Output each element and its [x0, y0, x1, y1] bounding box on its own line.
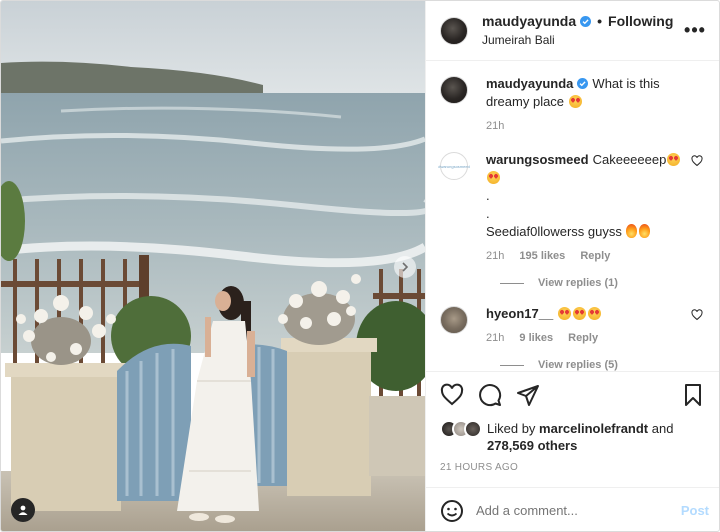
comment-text: Cakeeeeeep: [592, 152, 667, 167]
comment-item: #warungsosmeed warungsosmeed Cakeeeeeep .…: [438, 151, 703, 265]
liked-by-label: Liked by: [487, 421, 536, 436]
author-username[interactable]: maudyayunda: [482, 13, 576, 30]
bookmark-icon[interactable]: [681, 383, 705, 407]
comments-list[interactable]: maudyayunda What is this dreamy place 21h…: [426, 61, 719, 371]
likes-summary: Liked by marcelinolefrandt and 278,569 o…: [440, 420, 705, 454]
caption: maudyayunda What is this dreamy place 21h: [440, 75, 703, 135]
liker-avatars: [440, 420, 484, 440]
commenter-avatar[interactable]: [440, 306, 468, 334]
view-replies-button[interactable]: View replies (5): [500, 359, 703, 371]
comment-time[interactable]: 21h: [486, 250, 504, 262]
comment-like-icon[interactable]: [691, 155, 703, 167]
reply-button[interactable]: Reply: [568, 332, 598, 344]
fire-emoji-icon: [639, 224, 651, 238]
comment-username[interactable]: warungsosmeed: [486, 152, 589, 167]
comment-username[interactable]: hyeon17__: [486, 306, 553, 321]
comment-icon[interactable]: [478, 383, 502, 407]
paper-plane-icon[interactable]: [516, 383, 540, 407]
heart-eyes-emoji-icon: [558, 307, 572, 320]
author-avatar[interactable]: [440, 16, 468, 45]
comment-item: hyeon17__ 21h 9 likes Reply: [440, 305, 703, 347]
comment-text-line: .: [486, 188, 490, 203]
comment-text-line: .: [486, 206, 490, 221]
post-actions: Liked by marcelinolefrandt and 278,569 o…: [426, 371, 719, 473]
comment-likes[interactable]: 195 likes: [519, 250, 565, 262]
separator-dot: •: [597, 13, 603, 30]
likes-count[interactable]: 278,569 others: [487, 438, 577, 453]
add-comment-bar: Post: [426, 487, 719, 531]
comment-like-icon[interactable]: [691, 309, 703, 321]
heart-eyes-emoji-icon: [588, 307, 602, 320]
post-timestamp[interactable]: 21 HOURS AGO: [440, 462, 705, 473]
commenter-avatar[interactable]: #warungsosmeed: [438, 152, 470, 180]
fire-emoji-icon: [626, 224, 638, 238]
verified-badge-icon: [580, 16, 592, 28]
photo-image: [1, 1, 425, 531]
caption-username[interactable]: maudyayunda: [486, 76, 573, 91]
following-button[interactable]: Following: [608, 13, 673, 30]
post-modal: maudyayunda • Following Jumeirah Bali ••…: [0, 0, 720, 532]
reply-button[interactable]: Reply: [580, 250, 610, 262]
heart-icon[interactable]: [440, 383, 464, 407]
view-replies-label: View replies (1): [538, 277, 618, 289]
comment-time[interactable]: 21h: [486, 332, 504, 344]
heart-eyes-emoji-icon: [667, 153, 681, 166]
heart-eyes-emoji-icon: [568, 95, 582, 108]
replies-divider: [500, 282, 524, 284]
liked-by-user[interactable]: marcelinolefrandt: [539, 421, 648, 436]
post-location[interactable]: Jumeirah Bali: [482, 33, 683, 47]
liked-and-label: and: [651, 421, 674, 436]
replies-divider: [500, 364, 524, 366]
comment-likes[interactable]: 9 likes: [519, 332, 553, 344]
heart-eyes-emoji-icon: [573, 307, 587, 320]
post-photo[interactable]: [1, 1, 425, 531]
view-replies-label: View replies (5): [538, 359, 618, 371]
heart-eyes-emoji-icon: [487, 171, 500, 184]
more-options-button[interactable]: •••: [683, 20, 707, 41]
caption-time[interactable]: 21h: [486, 120, 504, 132]
comment-input[interactable]: [476, 503, 681, 518]
user-tag-icon: [18, 505, 28, 515]
chevron-right-icon: [402, 262, 409, 272]
caption-avatar[interactable]: [440, 76, 468, 104]
post-header: maudyayunda • Following Jumeirah Bali ••…: [426, 1, 719, 61]
post-comment-button[interactable]: Post: [681, 503, 709, 518]
liker-avatar: [464, 420, 482, 438]
tagged-users-button[interactable]: [11, 498, 35, 522]
comment-text-line: Seediaf0llowerss guyss: [486, 224, 622, 239]
view-replies-button[interactable]: View replies (1): [500, 277, 703, 289]
smiley-icon[interactable]: [440, 499, 464, 523]
verified-badge-icon: [577, 78, 589, 89]
next-photo-button[interactable]: [394, 256, 416, 278]
post-side-panel: maudyayunda • Following Jumeirah Bali ••…: [425, 1, 719, 531]
